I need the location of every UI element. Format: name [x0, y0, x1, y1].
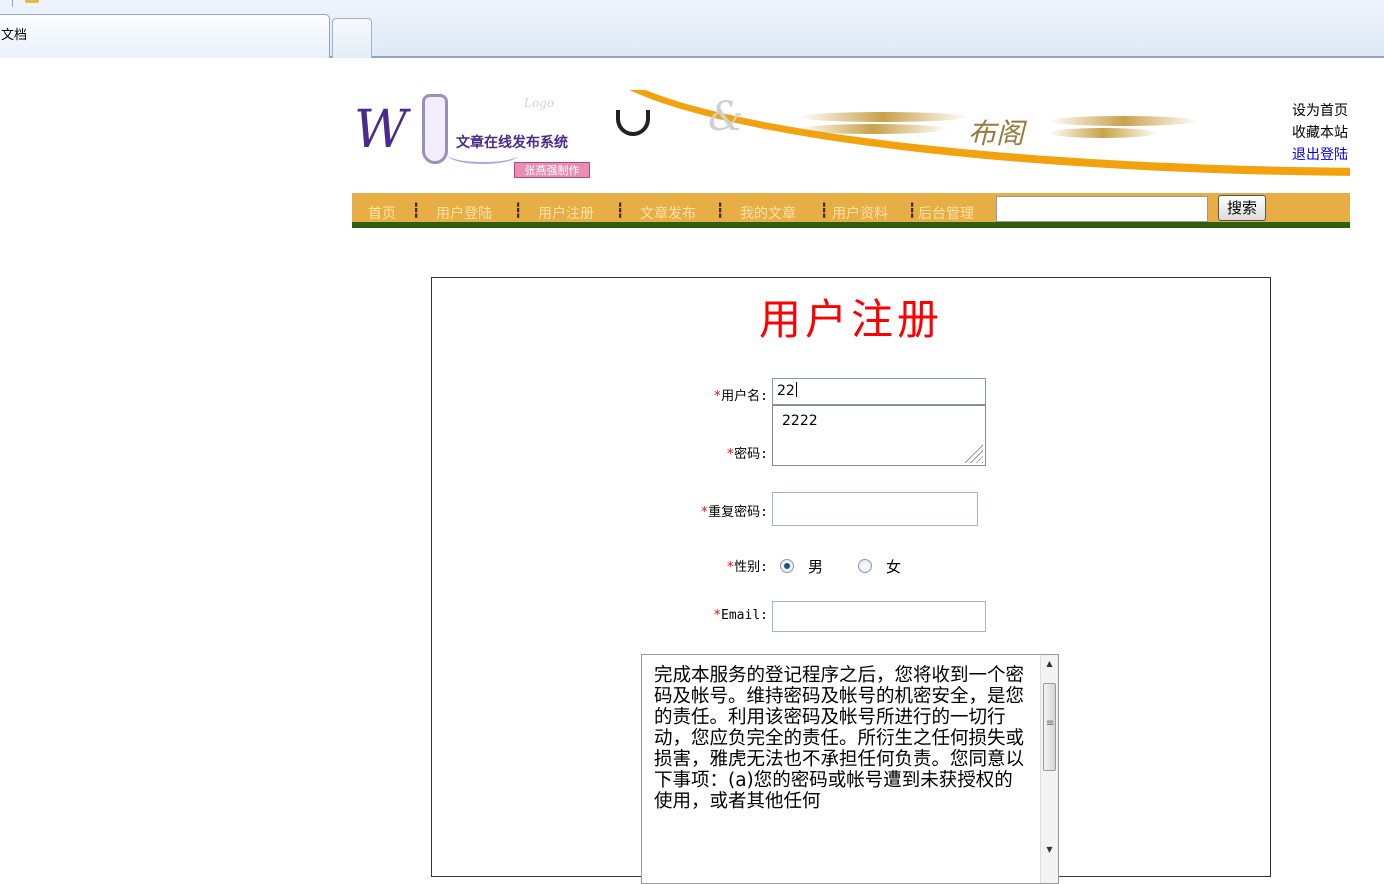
- nav-separator: ┇: [820, 203, 829, 219]
- brush-stroke-icon: [1048, 128, 1158, 138]
- nav-item-publish[interactable]: 文章发布: [640, 203, 696, 223]
- password-field[interactable]: 2222: [772, 405, 986, 466]
- banner-calligraphy-icon: &: [708, 94, 744, 140]
- email-field[interactable]: [772, 601, 986, 632]
- nav-separator: ┇: [908, 203, 917, 219]
- brush-stroke-icon: [798, 124, 948, 134]
- logo-watermark: Logo: [524, 96, 555, 110]
- site-banner: W Logo 文章在线发布系统 张燕强制作 & 布阁: [352, 90, 1350, 182]
- nav-item-my-articles[interactable]: 我的文章: [740, 203, 796, 223]
- top-links: 设为首页 收藏本站 退出登陆: [1268, 100, 1348, 166]
- banner-title-art: 布阁: [968, 117, 1025, 150]
- logo-maker-badge: 张燕强制作: [514, 162, 590, 178]
- nav-item-login[interactable]: 用户登陆: [436, 203, 492, 223]
- browser-toolbar-remnant: [0, 0, 1384, 12]
- required-mark: *: [726, 447, 735, 462]
- email-label-text: Email:: [721, 608, 768, 623]
- gender-female-label[interactable]: 女: [886, 556, 901, 577]
- resize-grip-icon[interactable]: [963, 443, 983, 463]
- terms-textarea[interactable]: 完成本服务的登记程序之后，您将收到一个密码及帐号。维持密码及帐号的机密安全，是您…: [641, 654, 1059, 884]
- password-label: *密码:: [628, 443, 768, 462]
- nav-item-home[interactable]: 首页: [368, 203, 396, 223]
- logo-title: 文章在线发布系统: [456, 135, 568, 151]
- gender-male-radio[interactable]: [780, 559, 794, 573]
- gender-male-label[interactable]: 男: [808, 556, 823, 577]
- main-nav: 首页 ┇ 用户登陆 ┇ 用户注册 ┇ 文章发布 ┇ 我的文章 ┇ 用户资料 ┇ …: [352, 193, 1350, 228]
- repeat-password-field[interactable]: [772, 492, 978, 526]
- page-title: 用户注册: [758, 295, 943, 344]
- coffee-cup-icon: [616, 110, 650, 136]
- username-label: *用户名:: [628, 385, 768, 404]
- gender-female-radio[interactable]: [858, 559, 872, 573]
- brush-stroke-icon: [1048, 116, 1198, 126]
- gender-label-text: 性别:: [734, 560, 768, 575]
- nav-separator: ┇: [514, 203, 523, 219]
- password-label-text: 密码:: [734, 447, 768, 462]
- terms-text: 完成本服务的登记程序之后，您将收到一个密码及帐号。维持密码及帐号的机密安全，是您…: [654, 665, 1025, 812]
- nav-item-admin[interactable]: 后台管理: [918, 203, 974, 223]
- nav-item-register[interactable]: 用户注册: [538, 203, 594, 223]
- nav-item-profile[interactable]: 用户资料: [832, 203, 888, 223]
- site-logo[interactable]: W Logo 文章在线发布系统 张燕强制作: [352, 90, 608, 182]
- scroll-up-icon[interactable]: ▲: [1041, 655, 1058, 673]
- repeat-password-label-text: 重复密码:: [708, 505, 768, 520]
- new-tab-button[interactable]: [332, 18, 372, 58]
- required-mark: *: [713, 389, 722, 404]
- scroll-down-icon[interactable]: ▼: [1041, 841, 1058, 859]
- username-label-text: 用户名:: [721, 389, 768, 404]
- required-mark: *: [713, 608, 722, 623]
- brush-stroke-icon: [798, 112, 968, 122]
- bookmark-link[interactable]: 收藏本站: [1268, 122, 1348, 144]
- search-input[interactable]: [996, 196, 1208, 222]
- required-mark: *: [700, 505, 709, 520]
- nav-separator: ┇: [616, 203, 625, 219]
- text-caret: [795, 382, 797, 397]
- nav-separator: ┇: [412, 203, 421, 219]
- scroll-thumb[interactable]: [1043, 683, 1056, 771]
- browser-tab-active[interactable]: 文档: [0, 14, 330, 58]
- repeat-password-label: *重复密码:: [628, 501, 768, 520]
- gender-label: *性别:: [628, 556, 768, 575]
- register-form: 用户注册 *用户名: 22 *密码: 2222 *重复密码: *性别: 男 女 …: [431, 277, 1271, 884]
- email-label: *Email:: [628, 608, 768, 623]
- nav-separator: ┇: [716, 203, 725, 219]
- search-button[interactable]: 搜索: [1218, 195, 1266, 221]
- logo-w-icon: W: [354, 100, 408, 160]
- browser-chrome: 文档: [0, 0, 1384, 58]
- terms-scrollbar[interactable]: ▲ ▼: [1040, 655, 1058, 883]
- banner-art: & 布阁: [608, 90, 1350, 182]
- username-field[interactable]: 22: [772, 378, 986, 405]
- logo-vase-icon: [422, 94, 448, 164]
- logout-link[interactable]: 退出登陆: [1268, 144, 1348, 166]
- required-mark: *: [726, 560, 735, 575]
- toolbar-divider: [12, 0, 13, 7]
- favorites-icon[interactable]: [25, 0, 39, 3]
- username-value: 22: [777, 383, 795, 399]
- set-home-link[interactable]: 设为首页: [1268, 100, 1348, 122]
- browser-tab-title: 文档: [1, 28, 28, 43]
- password-value: 2222: [782, 413, 818, 429]
